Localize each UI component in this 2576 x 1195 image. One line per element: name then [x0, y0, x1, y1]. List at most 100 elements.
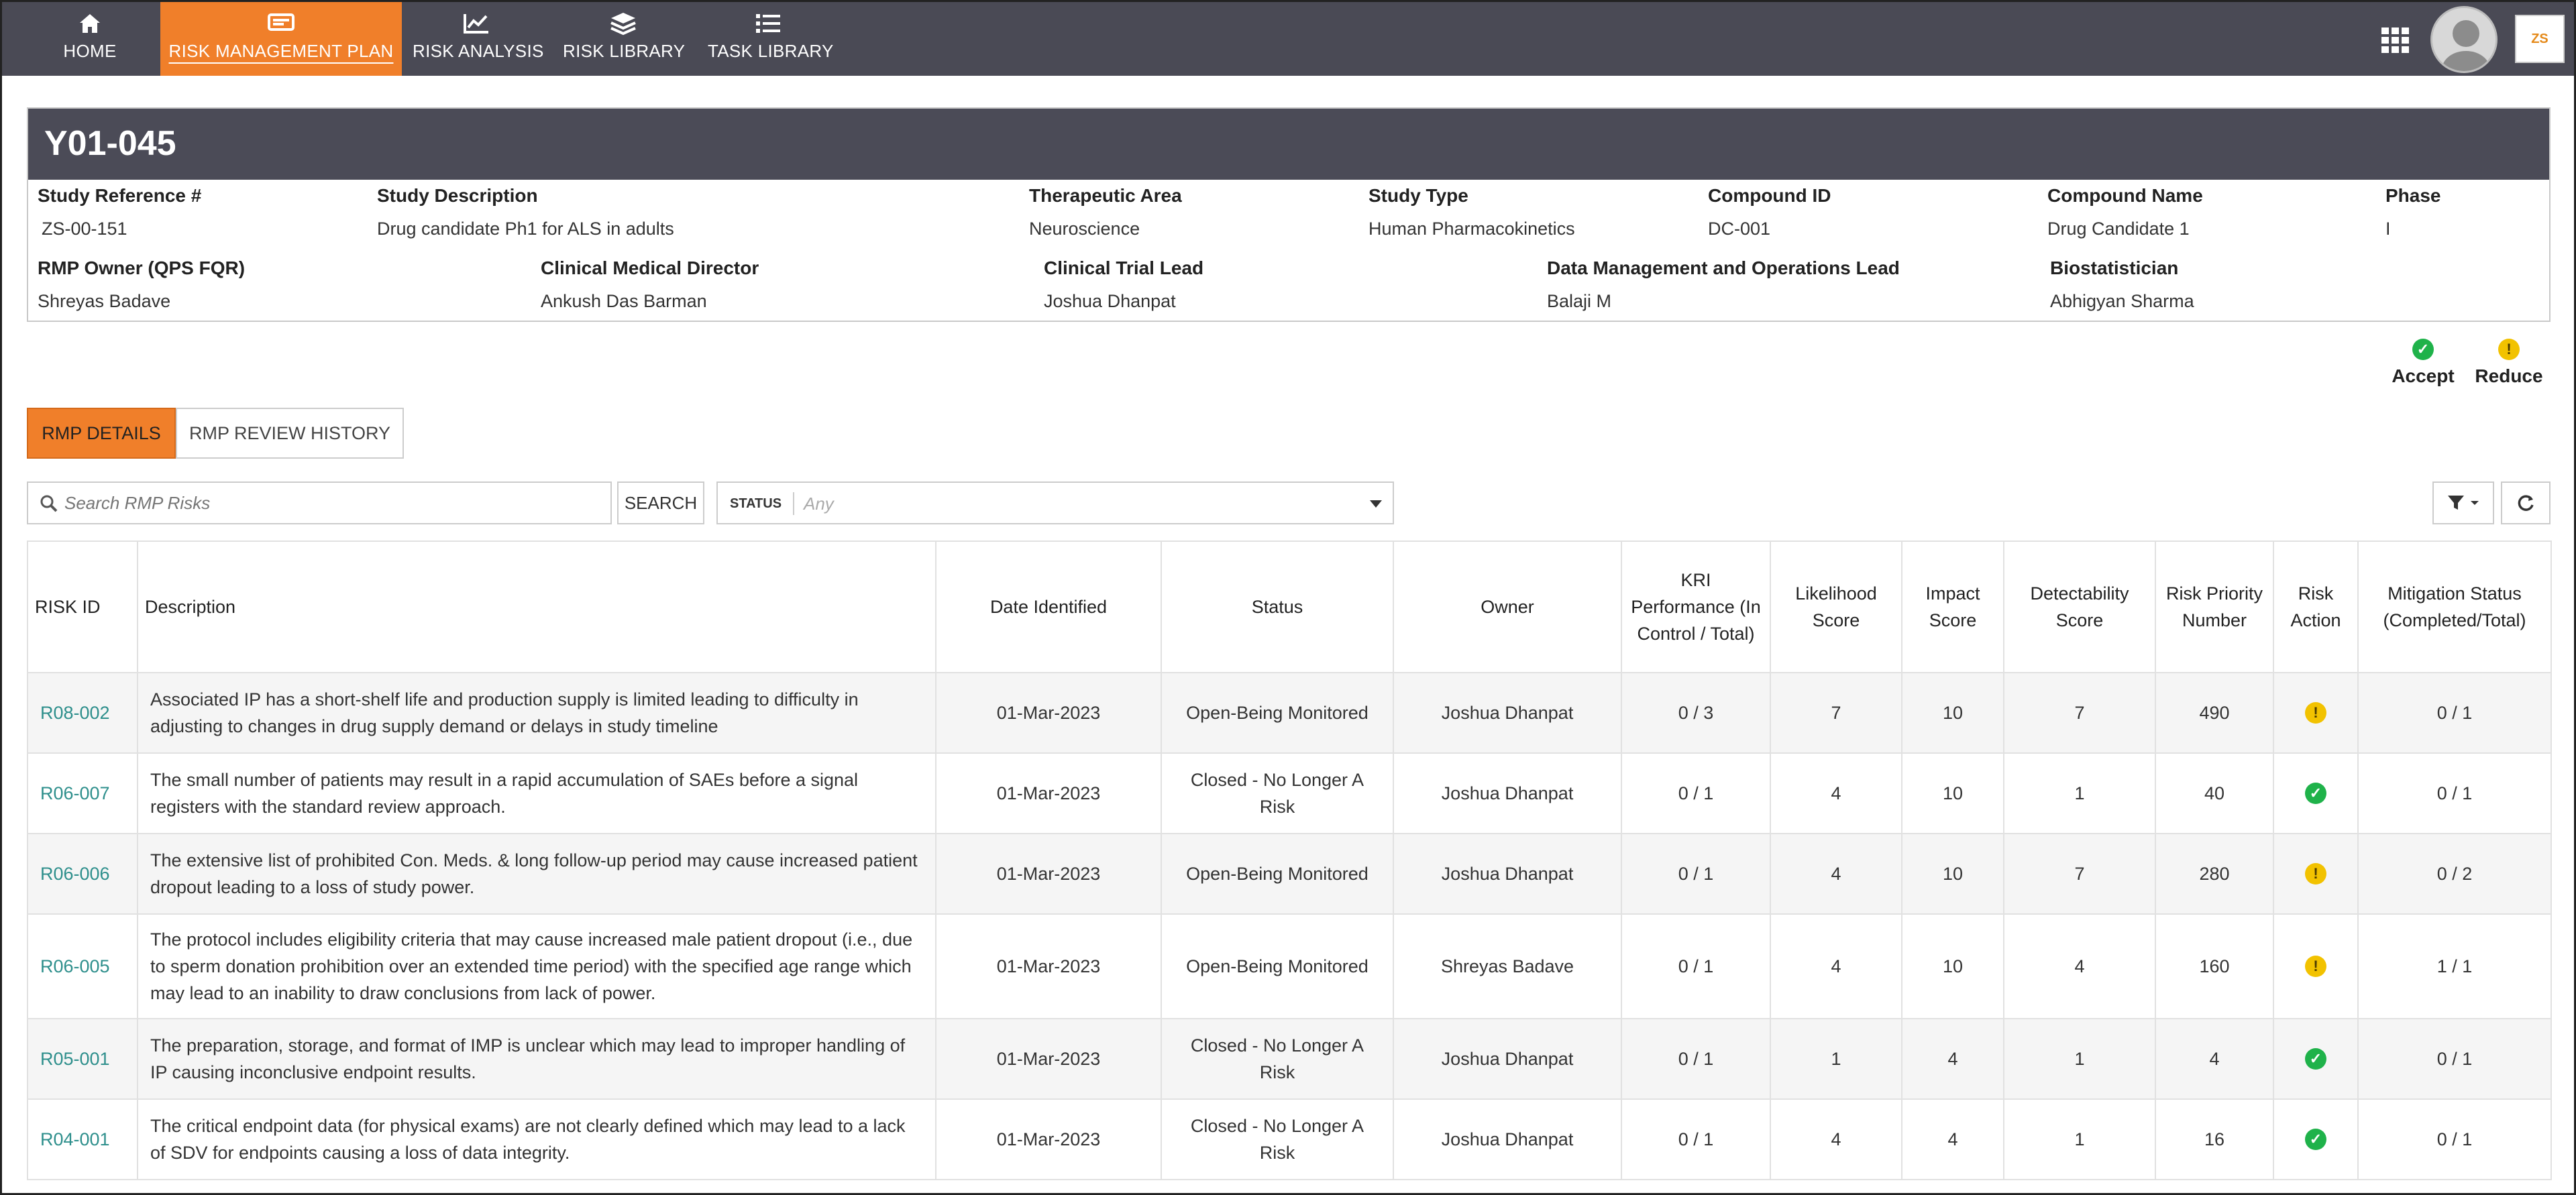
detectability-cell: 1 — [2003, 752, 2156, 834]
risk-id-link-text[interactable]: R08-002 — [40, 703, 110, 723]
status-cell: Open-Being Monitored — [1161, 913, 1394, 1019]
status-filter-select[interactable]: STATUS Any — [716, 481, 1394, 524]
search-input[interactable] — [64, 490, 601, 516]
column-header-risk-action[interactable]: Risk Action — [2273, 540, 2359, 673]
status-filter-value: Any — [804, 494, 834, 514]
status-cell: Open-Being Monitored — [1161, 672, 1394, 754]
owner-cell: Joshua Dhanpat — [1393, 1098, 1622, 1180]
legend-accept: ✓ Accept — [2383, 339, 2463, 387]
risk-id-link[interactable]: R06-006 — [27, 833, 138, 915]
field-label-clinical-trial-lead: Clinical Trial Lead — [1044, 258, 1204, 278]
risk-table: RISK ID Description Date Identified Stat… — [27, 540, 2552, 1180]
table-row[interactable]: R06-007 The small number of patients may … — [27, 752, 2552, 834]
kri-cell: 0 / 1 — [1621, 913, 1771, 1019]
field-value-clinical-medical-director: Ankush Das Barman — [541, 291, 707, 311]
likelihood-cell: 7 — [1770, 672, 1902, 754]
nav-item-risk-library[interactable]: RISK LIBRARY — [563, 2, 685, 76]
table-row[interactable]: R05-001 The preparation, storage, and for… — [27, 1018, 2552, 1100]
layers-icon — [563, 10, 684, 37]
risk-id-link-text[interactable]: R05-001 — [40, 1049, 110, 1069]
risk-id-link-text[interactable]: R06-007 — [40, 783, 110, 803]
table-row[interactable]: R04-001 The critical endpoint data (for p… — [27, 1098, 2552, 1180]
detectability-cell: 7 — [2003, 833, 2156, 915]
filter-dropdown-button[interactable] — [2432, 481, 2494, 524]
plan-icon — [160, 10, 402, 37]
nav-item-risk-management-plan[interactable]: RISK MANAGEMENT PLAN — [160, 2, 402, 76]
risk-action-cell: ! — [2273, 672, 2359, 754]
table-row[interactable]: R06-006 The extensive list of prohibited … — [27, 833, 2552, 915]
table-row[interactable]: R08-002 Associated IP has a short-shelf l… — [27, 672, 2552, 754]
check-circle-icon: ✓ — [2305, 1048, 2326, 1070]
detectability-cell: 1 — [2003, 1018, 2156, 1100]
date-identified: 01-Mar-2023 — [935, 833, 1162, 915]
field-value-clinical-trial-lead: Joshua Dhanpat — [1044, 291, 1176, 311]
company-logo: ZS — [2515, 15, 2565, 63]
kri-cell: 0 / 1 — [1621, 1098, 1771, 1180]
column-header-owner[interactable]: Owner — [1393, 540, 1622, 673]
risk-description: The preparation, storage, and format of … — [137, 1018, 936, 1100]
column-header-status[interactable]: Status — [1161, 540, 1394, 673]
user-avatar[interactable] — [2430, 6, 2498, 73]
likelihood-cell: 4 — [1770, 752, 1902, 834]
impact-cell: 4 — [1901, 1018, 2004, 1100]
kri-cell: 0 / 1 — [1621, 833, 1771, 915]
impact-cell: 10 — [1901, 833, 2004, 915]
risk-id-link[interactable]: R08-002 — [27, 672, 138, 754]
nav-label: HOME — [63, 41, 117, 61]
rpn-cell: 490 — [2155, 672, 2274, 754]
exclamation-circle-icon: ! — [2305, 863, 2326, 885]
mitigation-cell: 0 / 2 — [2357, 833, 2552, 915]
search-button[interactable]: SEARCH — [617, 481, 704, 524]
legend-reduce: ! Reduce — [2469, 339, 2549, 387]
nav-label: RISK ANALYSIS — [413, 41, 544, 61]
impact-cell: 4 — [1901, 1098, 2004, 1180]
search-field[interactable] — [27, 481, 612, 524]
study-title-bar: Y01-045 — [28, 109, 2549, 180]
risk-id-link[interactable]: R04-001 — [27, 1098, 138, 1180]
risk-id-link-text[interactable]: R04-001 — [40, 1129, 110, 1149]
risk-id-link-text[interactable]: R06-005 — [40, 956, 110, 976]
legend-reduce-label: Reduce — [2475, 365, 2543, 386]
nav-label: TASK LIBRARY — [708, 41, 834, 61]
date-identified: 01-Mar-2023 — [935, 752, 1162, 834]
field-value-compound-name: Drug Candidate 1 — [2047, 219, 2190, 239]
check-circle-icon: ✓ — [2412, 339, 2434, 360]
refresh-button[interactable] — [2501, 481, 2551, 524]
column-header-likelihood[interactable]: Likelihood Score — [1770, 540, 1902, 673]
risk-id-link[interactable]: R06-005 — [27, 913, 138, 1019]
top-navigation-bar: HOME RISK MANAGEMENT PLAN RISK ANALYSIS … — [2, 2, 2574, 76]
apps-grid-icon[interactable] — [2381, 27, 2410, 53]
table-row[interactable]: R06-005 The protocol includes eligibility… — [27, 913, 2552, 1019]
column-header-kri-performance[interactable]: KRI Performance (In Control / Total) — [1621, 540, 1771, 673]
tab-rmp-details[interactable]: RMP DETAILS — [27, 408, 176, 459]
risk-id-link[interactable]: R06-007 — [27, 752, 138, 834]
field-label-data-management-lead: Data Management and Operations Lead — [1547, 258, 1900, 278]
column-header-risk-priority-number[interactable]: Risk Priority Number — [2155, 540, 2274, 673]
column-header-risk-id[interactable]: RISK ID — [27, 540, 138, 673]
column-header-mitigation-status[interactable]: Mitigation Status (Completed/Total) — [2357, 540, 2552, 673]
tab-rmp-review-history[interactable]: RMP REVIEW HISTORY — [176, 408, 404, 459]
column-header-date-identified[interactable]: Date Identified — [935, 540, 1162, 673]
column-header-description[interactable]: Description — [137, 540, 936, 673]
column-header-impact[interactable]: Impact Score — [1901, 540, 2004, 673]
field-label-biostatistician: Biostatistician — [2050, 258, 2179, 278]
risk-action-cell: ✓ — [2273, 1018, 2359, 1100]
detectability-cell: 4 — [2003, 913, 2156, 1019]
impact-cell: 10 — [1901, 752, 2004, 834]
nav-item-risk-analysis[interactable]: RISK ANALYSIS — [413, 2, 544, 76]
kri-cell: 0 / 1 — [1621, 752, 1771, 834]
nav-item-home[interactable]: HOME — [46, 2, 133, 76]
nav-item-task-library[interactable]: TASK LIBRARY — [708, 2, 834, 76]
column-header-detectability[interactable]: Detectability Score — [2003, 540, 2156, 673]
risk-id-link-text[interactable]: R06-006 — [40, 864, 110, 884]
field-label-study-reference: Study Reference # — [38, 185, 202, 206]
mitigation-cell: 1 / 1 — [2357, 913, 2552, 1019]
field-label-compound-id: Compound ID — [1708, 185, 1831, 206]
risk-id-link[interactable]: R05-001 — [27, 1018, 138, 1100]
table-body: R08-002 Associated IP has a short-shelf l… — [27, 672, 2552, 1180]
chart-icon — [413, 10, 540, 37]
field-label-clinical-medical-director: Clinical Medical Director — [541, 258, 759, 278]
likelihood-cell: 4 — [1770, 1098, 1902, 1180]
field-label-study-description: Study Description — [377, 185, 538, 206]
rpn-cell: 16 — [2155, 1098, 2274, 1180]
